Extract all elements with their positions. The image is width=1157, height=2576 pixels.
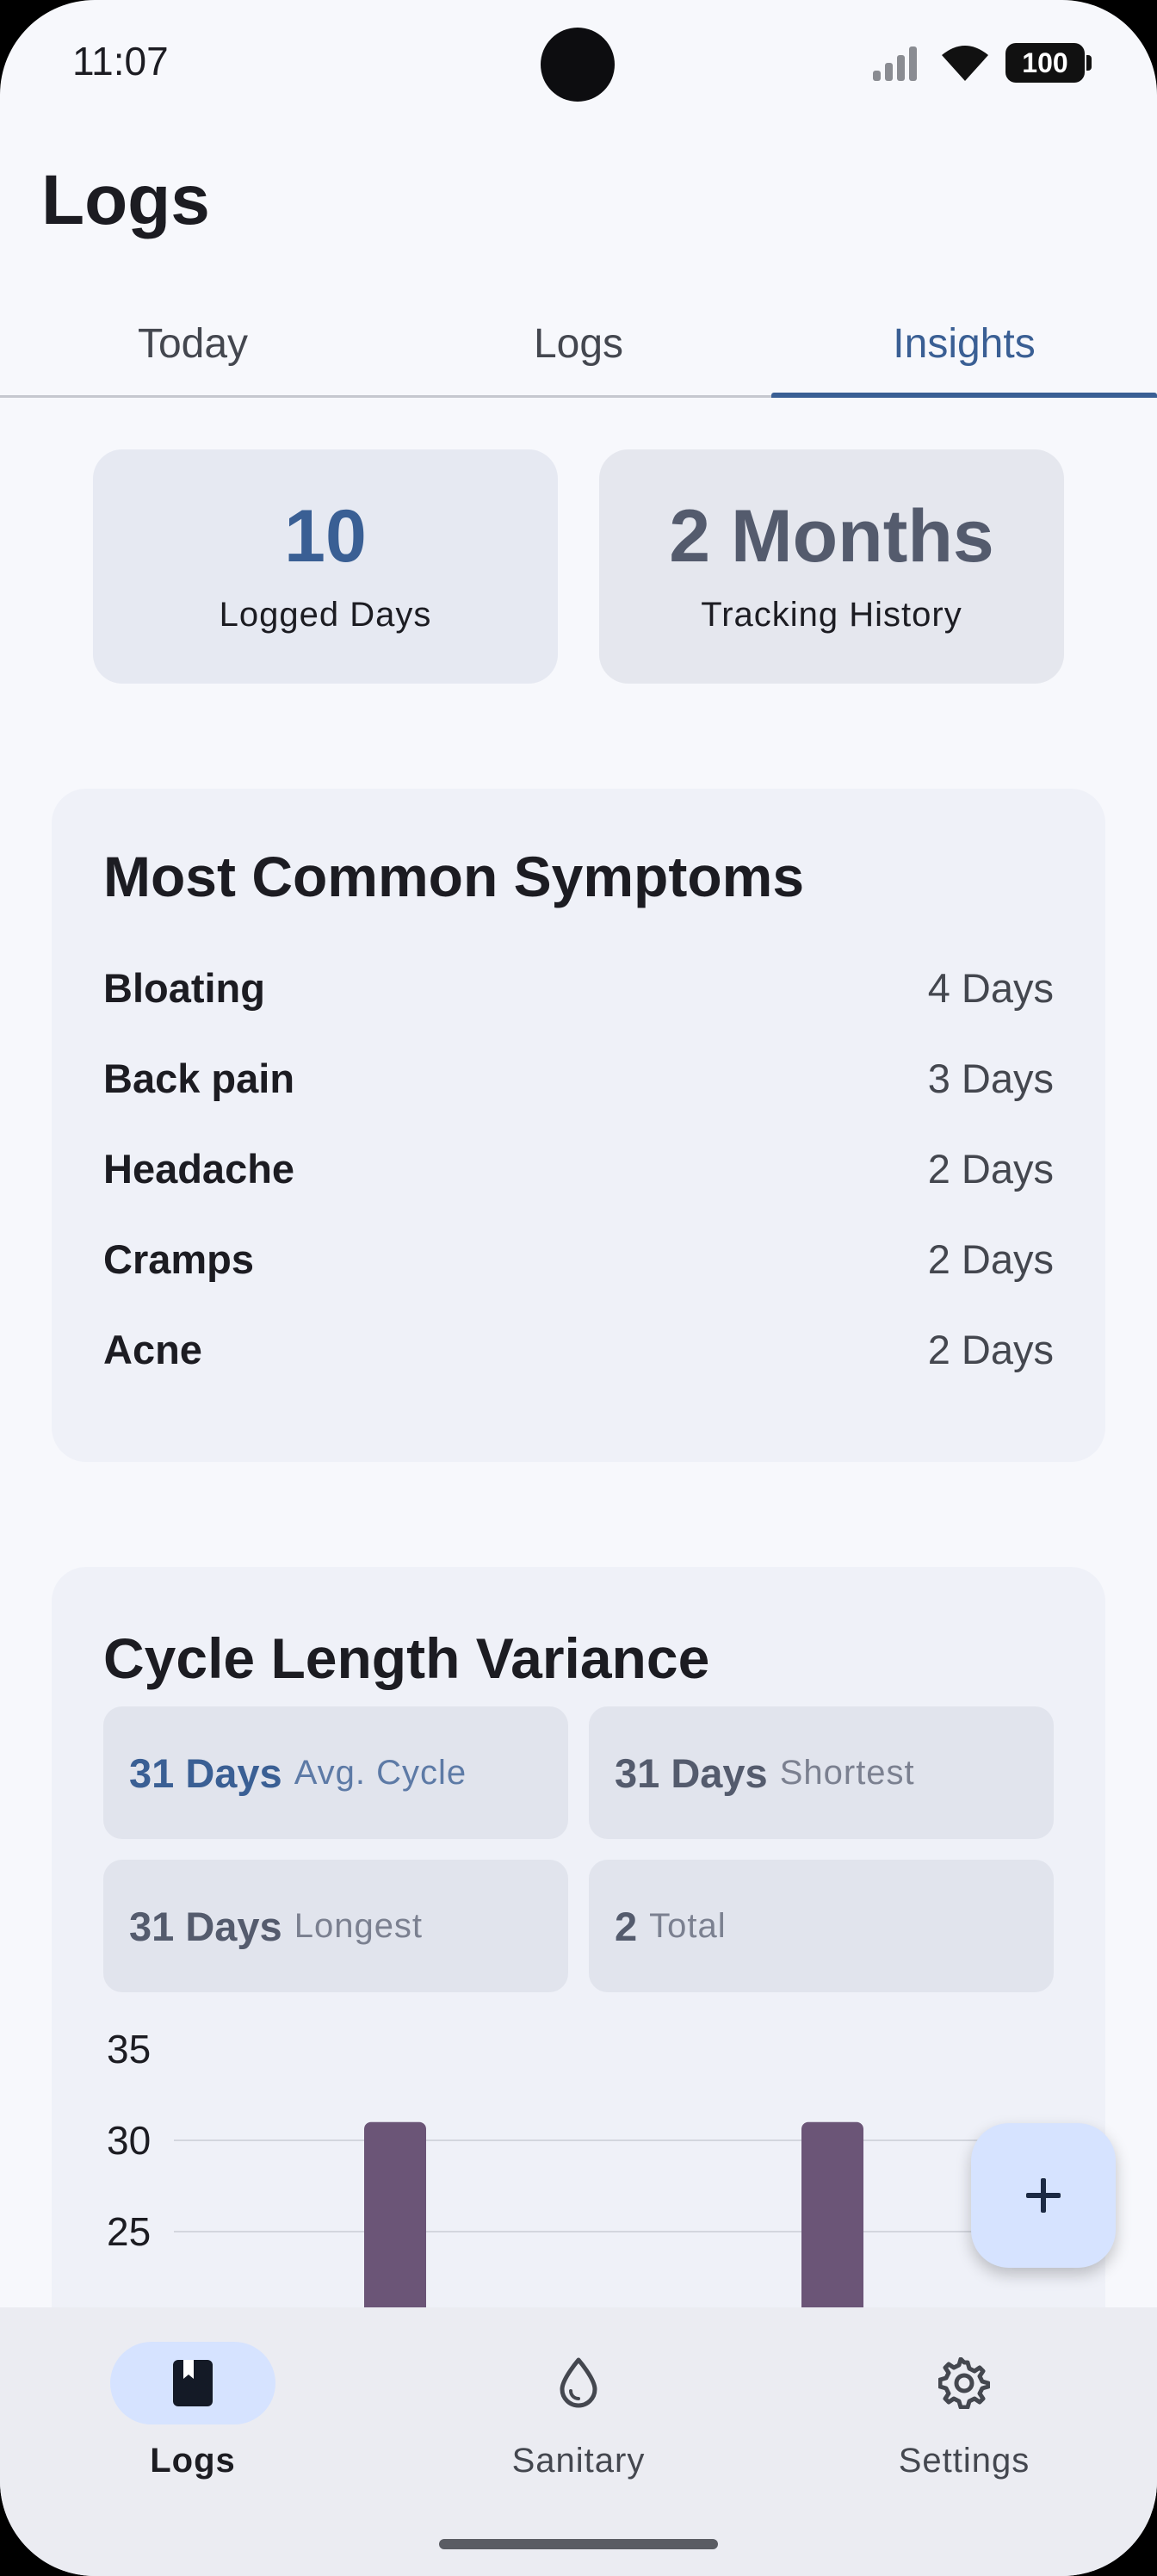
chart-bar: [801, 2121, 863, 2307]
tracking-history-label: Tracking History: [701, 595, 962, 634]
nav-sanitary[interactable]: Sanitary: [449, 2342, 708, 2480]
shortest-cycle-label: Shortest: [779, 1753, 915, 1792]
tab-bar: Today Logs Insights: [0, 293, 1157, 398]
nav-logs-label: Logs: [150, 2442, 236, 2480]
nav-sanitary-indicator: [496, 2342, 661, 2424]
chart-y-tick-label: 30: [107, 2118, 151, 2163]
symptom-days: 3 Days: [927, 1055, 1054, 1101]
logged-days-label: Logged Days: [219, 595, 432, 634]
plus-icon: [1026, 2178, 1061, 2213]
nav-settings[interactable]: Settings: [835, 2342, 1093, 2480]
avg-cycle-value: 31 Days: [129, 1749, 282, 1796]
symptom-days: 2 Days: [927, 1235, 1054, 1282]
book-icon: [173, 2360, 213, 2406]
tab-today[interactable]: Today: [0, 293, 386, 395]
gear-icon: [938, 2357, 990, 2409]
wifi-icon: [942, 46, 988, 81]
battery-indicator: 100: [1005, 43, 1092, 83]
shortest-cycle-chip: 31 Days Shortest: [589, 1706, 1054, 1839]
symptom-days: 4 Days: [927, 964, 1054, 1011]
status-bar: 11:07 100: [0, 0, 1157, 129]
tracking-history-card: 2 Months Tracking History: [599, 449, 1064, 684]
logged-days-value: 10: [284, 494, 367, 578]
avg-cycle-chip: 31 Days Avg. Cycle: [103, 1706, 568, 1839]
status-icons: 100: [871, 41, 1092, 84]
cycle-length-chart: 35 30 25: [107, 2027, 1042, 2307]
home-indicator: [439, 2539, 718, 2549]
symptom-name: Acne: [103, 1326, 202, 1372]
logged-days-card: 10 Logged Days: [93, 449, 558, 684]
symptom-days: 2 Days: [927, 1326, 1054, 1372]
symptom-name: Cramps: [103, 1235, 255, 1282]
symptoms-title: Most Common Symptoms: [103, 845, 805, 908]
longest-cycle-value: 31 Days: [129, 1903, 282, 1949]
chart-y-tick-label: 35: [107, 2027, 151, 2071]
camera-cutout: [541, 28, 615, 102]
symptom-row: Back pain 3 Days: [103, 1048, 1054, 1108]
symptom-name: Bloating: [103, 964, 265, 1011]
page-title: Logs: [41, 161, 210, 239]
longest-cycle-label: Longest: [294, 1906, 424, 1945]
status-time: 11:07: [72, 39, 169, 84]
tab-logs[interactable]: Logs: [386, 293, 771, 395]
symptom-name: Back pain: [103, 1055, 295, 1101]
signal-icon: [873, 46, 917, 81]
droplet-icon: [560, 2357, 597, 2408]
chart-bar: [364, 2121, 426, 2307]
longest-cycle-chip: 31 Days Longest: [103, 1860, 568, 1992]
nav-settings-indicator: [882, 2342, 1047, 2424]
bottom-navigation: Logs Sanitary Settings: [0, 2307, 1157, 2576]
symptoms-card: Most Common Symptoms Bloating 4 Days Bac…: [52, 789, 1105, 1462]
symptom-row: Bloating 4 Days: [103, 957, 1054, 1018]
symptom-days: 2 Days: [927, 1145, 1054, 1192]
symptom-row: Acne 2 Days: [103, 1319, 1054, 1379]
chart-y-tick-label: 25: [107, 2209, 151, 2254]
nav-logs-indicator: [110, 2342, 275, 2424]
shortest-cycle-value: 31 Days: [615, 1749, 768, 1796]
symptom-row: Headache 2 Days: [103, 1138, 1054, 1198]
total-cycles-value: 2: [615, 1903, 638, 1949]
nav-settings-label: Settings: [898, 2442, 1030, 2480]
tab-insights[interactable]: Insights: [771, 293, 1157, 398]
total-cycles-chip: 2 Total: [589, 1860, 1054, 1992]
avg-cycle-label: Avg. Cycle: [294, 1753, 467, 1792]
symptom-name: Headache: [103, 1145, 295, 1192]
app-screen: 11:07 100 Logs Today Logs Insights 10 Lo…: [0, 0, 1157, 2576]
symptom-row: Cramps 2 Days: [103, 1229, 1054, 1289]
add-log-button[interactable]: [971, 2123, 1116, 2268]
cycle-variance-title: Cycle Length Variance: [103, 1626, 710, 1690]
nav-sanitary-label: Sanitary: [511, 2442, 646, 2480]
total-cycles-label: Total: [649, 1906, 727, 1945]
nav-logs[interactable]: Logs: [64, 2342, 322, 2480]
tracking-history-value: 2 Months: [669, 494, 994, 578]
